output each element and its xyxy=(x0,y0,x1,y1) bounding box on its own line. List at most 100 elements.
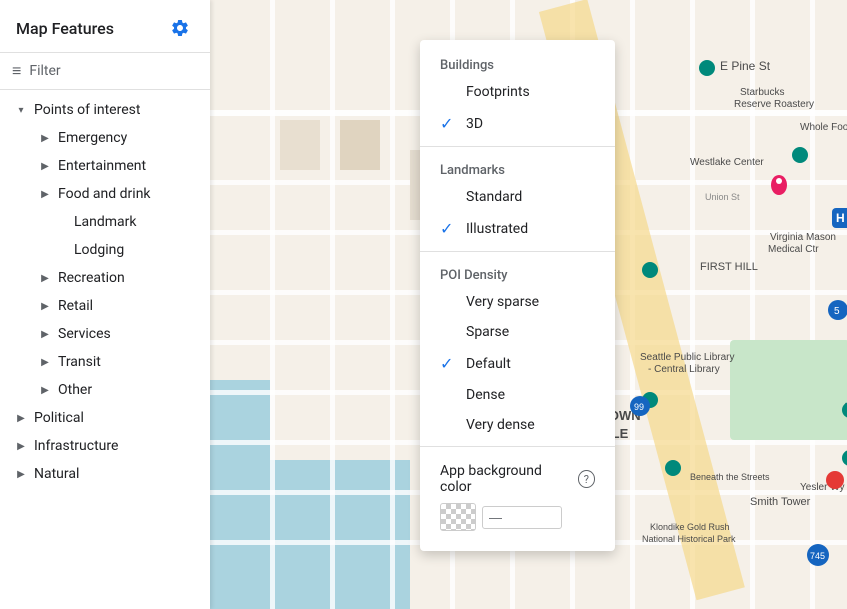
check-icon: ✓ xyxy=(440,114,458,133)
svg-text:H: H xyxy=(836,211,845,225)
svg-text:Reserve Roastery: Reserve Roastery xyxy=(734,99,814,110)
svg-text:Medical Ctr: Medical Ctr xyxy=(768,244,819,255)
density-very-sparse[interactable]: Very sparse xyxy=(420,287,615,317)
sidebar-list: ▾ Points of interest ▶ Emergency ▶ Enter… xyxy=(0,90,210,609)
poi-density-section-label: POI Density xyxy=(420,258,615,287)
gear-button[interactable] xyxy=(166,14,194,42)
sidebar-item-natural[interactable]: ▶ Natural xyxy=(0,460,210,488)
dropdown-panel: Buildings Footprints ✓ 3D Landmarks Stan… xyxy=(420,40,615,551)
svg-text:Virginia Mason: Virginia Mason xyxy=(770,232,836,243)
svg-text:Klondike Gold Rush: Klondike Gold Rush xyxy=(650,522,730,532)
check-icon: ✓ xyxy=(440,219,458,238)
sidebar-item-label: Points of interest xyxy=(34,102,140,118)
arrow-icon: ▶ xyxy=(12,409,30,427)
sidebar-item-emergency[interactable]: ▶ Emergency xyxy=(0,124,210,152)
sidebar-item-label: Transit xyxy=(58,354,101,370)
filter-lines-icon: ≡ xyxy=(12,61,21,81)
svg-text:- Central Library: - Central Library xyxy=(648,364,720,375)
svg-text:Westlake Center: Westlake Center xyxy=(690,157,764,168)
sidebar-title: Map Features xyxy=(16,19,114,38)
sidebar-item-retail[interactable]: ▶ Retail xyxy=(0,292,210,320)
density-label: Very sparse xyxy=(466,294,539,310)
bg-color-picker xyxy=(440,503,595,531)
sidebar-item-label: Lodging xyxy=(74,242,124,258)
sidebar-item-landmark[interactable]: Landmark xyxy=(0,208,210,236)
divider xyxy=(420,146,615,147)
sidebar-item-label: Natural xyxy=(34,466,79,482)
bg-color-section: App background color ? xyxy=(420,453,615,543)
sidebar-item-recreation[interactable]: ▶ Recreation xyxy=(0,264,210,292)
help-icon[interactable]: ? xyxy=(578,470,595,488)
sidebar: Map Features ≡ Filter ▾ Points of intere… xyxy=(0,0,210,609)
sidebar-item-label: Entertainment xyxy=(58,158,146,174)
filter-label: Filter xyxy=(29,63,60,79)
map-area[interactable]: DOWNTOWN SEATTLE FIRST HILL Seattle Art … xyxy=(210,0,847,609)
sidebar-item-lodging[interactable]: Lodging xyxy=(0,236,210,264)
density-dense[interactable]: Dense xyxy=(420,380,615,410)
svg-text:Union St: Union St xyxy=(705,192,740,202)
sidebar-item-label: Retail xyxy=(58,298,93,314)
sidebar-item-label: Food and drink xyxy=(58,186,151,202)
sidebar-item-label: Landmark xyxy=(74,214,137,230)
density-default[interactable]: ✓ Default xyxy=(420,347,615,380)
sidebar-item-political[interactable]: ▶ Political xyxy=(0,404,210,432)
spacer xyxy=(52,213,70,231)
arrow-icon: ▶ xyxy=(36,297,54,315)
sidebar-item-infrastructure[interactable]: ▶ Infrastructure xyxy=(0,432,210,460)
arrow-icon: ▶ xyxy=(12,437,30,455)
3d-label: 3D xyxy=(466,116,483,132)
arrow-icon: ▶ xyxy=(36,185,54,203)
standard-option[interactable]: Standard xyxy=(420,182,615,212)
sidebar-item-label: Recreation xyxy=(58,270,125,286)
density-sparse[interactable]: Sparse xyxy=(420,317,615,347)
svg-text:Whole Foods: Whole Foods xyxy=(800,122,847,133)
sidebar-item-label: Other xyxy=(58,382,92,398)
arrow-icon: ▶ xyxy=(12,465,30,483)
arrow-icon: ▾ xyxy=(12,101,30,119)
sidebar-item-food-and-drink[interactable]: ▶ Food and drink xyxy=(0,180,210,208)
svg-text:Starbucks: Starbucks xyxy=(740,87,784,98)
filter-bar[interactable]: ≡ Filter xyxy=(0,53,210,90)
density-label: Sparse xyxy=(466,324,509,340)
footprints-option[interactable]: Footprints xyxy=(420,77,615,107)
sidebar-item-label: Political xyxy=(34,410,84,426)
illustrated-option[interactable]: ✓ Illustrated xyxy=(420,212,615,245)
color-input[interactable] xyxy=(482,506,562,529)
svg-text:E Pine St: E Pine St xyxy=(720,59,771,73)
svg-text:Beneath the Streets: Beneath the Streets xyxy=(690,472,770,482)
svg-text:99: 99 xyxy=(634,402,644,412)
sidebar-item-points-of-interest[interactable]: ▾ Points of interest xyxy=(0,96,210,124)
arrow-icon: ▶ xyxy=(36,353,54,371)
svg-text:745: 745 xyxy=(810,551,825,561)
color-swatch[interactable] xyxy=(440,503,476,531)
svg-text:National Historical Park: National Historical Park xyxy=(642,534,736,544)
buildings-section-label: Buildings xyxy=(420,48,615,77)
bg-color-label: App background color xyxy=(440,463,572,495)
sidebar-item-label: Infrastructure xyxy=(34,438,118,454)
arrow-icon: ▶ xyxy=(36,269,54,287)
divider xyxy=(420,446,615,447)
3d-option[interactable]: ✓ 3D xyxy=(420,107,615,140)
landmarks-section-label: Landmarks xyxy=(420,153,615,182)
sidebar-header: Map Features xyxy=(0,0,210,53)
divider xyxy=(420,251,615,252)
density-label: Dense xyxy=(466,387,505,403)
spacer xyxy=(52,241,70,259)
density-very-dense[interactable]: Very dense xyxy=(420,410,615,440)
svg-text:Smith Tower: Smith Tower xyxy=(750,496,811,508)
arrow-icon: ▶ xyxy=(36,157,54,175)
sidebar-item-entertainment[interactable]: ▶ Entertainment xyxy=(0,152,210,180)
arrow-icon: ▶ xyxy=(36,129,54,147)
arrow-icon: ▶ xyxy=(36,381,54,399)
sidebar-item-services[interactable]: ▶ Services xyxy=(0,320,210,348)
standard-label: Standard xyxy=(466,189,522,205)
sidebar-item-transit[interactable]: ▶ Transit xyxy=(0,348,210,376)
sidebar-item-label: Emergency xyxy=(58,130,127,146)
check-icon: ✓ xyxy=(440,354,458,373)
sidebar-item-other[interactable]: ▶ Other xyxy=(0,376,210,404)
footprints-label: Footprints xyxy=(466,84,530,100)
svg-text:5: 5 xyxy=(834,306,840,317)
arrow-icon: ▶ xyxy=(36,325,54,343)
illustrated-label: Illustrated xyxy=(466,221,528,237)
svg-text:FIRST HILL: FIRST HILL xyxy=(700,261,758,273)
